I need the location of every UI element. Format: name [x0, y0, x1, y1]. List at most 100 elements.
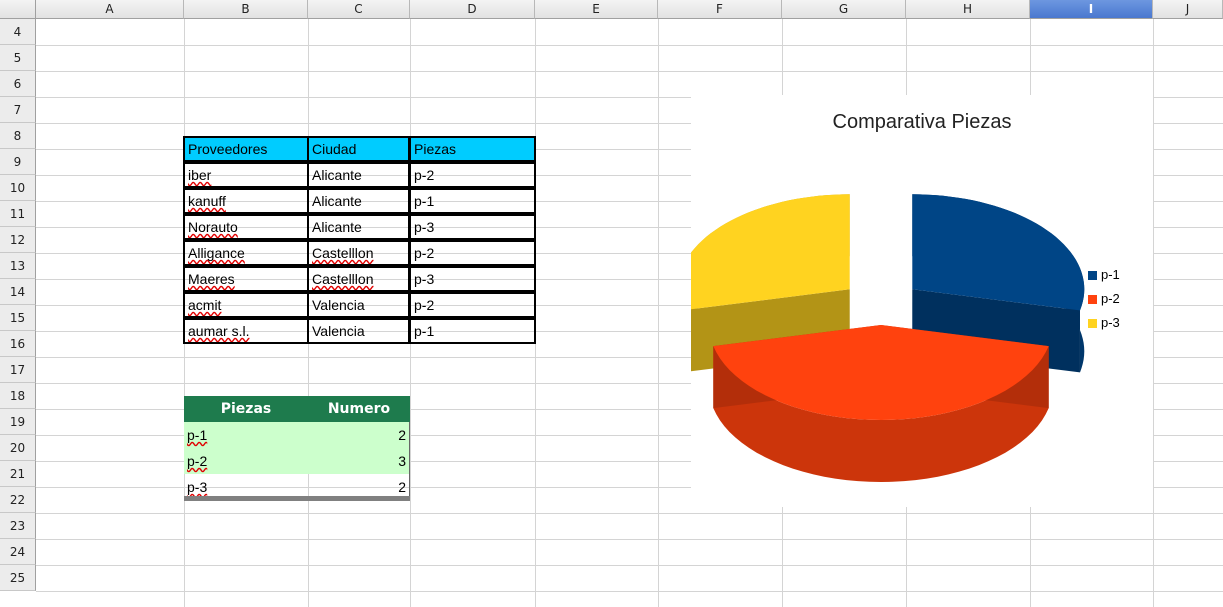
suppliers-cell-text: p-1 [414, 193, 435, 209]
suppliers-cell[interactable]: p-2 [409, 292, 536, 318]
suppliers-cell-text: Castelllon [312, 245, 374, 261]
column-header-i[interactable]: I [1030, 0, 1153, 19]
row-header-17[interactable]: 17 [0, 357, 36, 383]
suppliers-cell-text: p-3 [414, 271, 435, 287]
gridline [36, 513, 1223, 514]
suppliers-header-2[interactable]: Piezas [409, 136, 536, 162]
gridline [658, 19, 659, 607]
row-header-20[interactable]: 20 [0, 435, 36, 461]
row-header-9[interactable]: 9 [0, 149, 36, 175]
column-header-h[interactable]: H [906, 0, 1030, 19]
row-header-18[interactable]: 18 [0, 383, 36, 409]
suppliers-cell-text: p-2 [414, 245, 435, 261]
legend-swatch-icon [1088, 271, 1097, 281]
count-cell-pieza[interactable]: p-1 [184, 422, 308, 448]
count-cell-numero[interactable]: 2 [308, 422, 410, 448]
gridline [36, 539, 1223, 540]
pie-chart[interactable]: Comparativa Piezas p-1 p-2 p-3 [691, 95, 1153, 507]
gridline [36, 71, 1223, 72]
suppliers-cell[interactable]: kanuff [183, 188, 309, 214]
suppliers-cell[interactable]: Valencia [307, 318, 410, 344]
suppliers-cell-text: acmit [188, 297, 222, 313]
column-header-j[interactable]: J [1153, 0, 1223, 19]
suppliers-cell[interactable]: p-3 [409, 214, 536, 240]
column-header-f[interactable]: F [658, 0, 782, 19]
legend-item-p1: p-1 [1088, 267, 1120, 283]
suppliers-cell[interactable]: iber [183, 162, 309, 188]
suppliers-cell-text: aumar s.l. [188, 323, 250, 339]
table-bottom-bar [184, 496, 410, 501]
gridline [1153, 19, 1154, 607]
count-cell-pieza-text: p-1 [187, 427, 208, 443]
count-cell-numero-text: 2 [398, 427, 406, 443]
suppliers-cell[interactable]: Alicante [307, 162, 410, 188]
suppliers-cell-text: Norauto [188, 219, 238, 235]
suppliers-cell[interactable]: Alicante [307, 188, 410, 214]
suppliers-cell-text: Alligance [188, 245, 245, 261]
suppliers-header-0[interactable]: Proveedores [183, 136, 309, 162]
suppliers-cell[interactable]: p-3 [409, 266, 536, 292]
suppliers-cell-text: p-2 [414, 167, 435, 183]
legend-label: p-2 [1101, 291, 1120, 306]
count-header-piezas[interactable]: Piezas [184, 396, 308, 422]
row-header-19[interactable]: 19 [0, 409, 36, 435]
suppliers-header-1[interactable]: Ciudad [307, 136, 410, 162]
row-header-11[interactable]: 11 [0, 201, 36, 227]
row-header-10[interactable]: 10 [0, 175, 36, 201]
suppliers-cell-text: p-1 [414, 323, 435, 339]
suppliers-cell[interactable]: acmit [183, 292, 309, 318]
suppliers-cell-text: Valencia [312, 297, 365, 313]
select-all-corner[interactable] [0, 0, 36, 19]
suppliers-cell-text: p-3 [414, 219, 435, 235]
pie-slice-p-2[interactable] [713, 325, 1049, 482]
suppliers-cell[interactable]: Alicante [307, 214, 410, 240]
suppliers-cell[interactable]: p-2 [409, 162, 536, 188]
suppliers-cell[interactable]: Norauto [183, 214, 309, 240]
gridline [36, 45, 1223, 46]
count-cell-pieza[interactable]: p-2 [184, 448, 308, 474]
suppliers-cell[interactable]: Maeres [183, 266, 309, 292]
row-header-24[interactable]: 24 [0, 539, 36, 565]
row-header-7[interactable]: 7 [0, 97, 36, 123]
row-header-22[interactable]: 22 [0, 487, 36, 513]
column-header-e[interactable]: E [535, 0, 658, 19]
gridline [36, 565, 1223, 566]
row-header-8[interactable]: 8 [0, 123, 36, 149]
row-header-6[interactable]: 6 [0, 71, 36, 97]
suppliers-header-1-text: Ciudad [312, 141, 357, 157]
column-header-c[interactable]: C [308, 0, 410, 19]
row-header-5[interactable]: 5 [0, 45, 36, 71]
row-header-21[interactable]: 21 [0, 461, 36, 487]
suppliers-cell-text: kanuff [188, 193, 226, 209]
suppliers-cell[interactable]: aumar s.l. [183, 318, 309, 344]
column-header-a[interactable]: A [36, 0, 184, 19]
column-header-d[interactable]: D [410, 0, 535, 19]
suppliers-cell-text: Alicante [312, 167, 362, 183]
row-header-16[interactable]: 16 [0, 331, 36, 357]
count-header-numero[interactable]: Numero [308, 396, 410, 422]
row-header-15[interactable]: 15 [0, 305, 36, 331]
suppliers-cell[interactable]: p-2 [409, 240, 536, 266]
suppliers-cell[interactable]: Castelllon [307, 266, 410, 292]
row-header-13[interactable]: 13 [0, 253, 36, 279]
suppliers-cell[interactable]: Valencia [307, 292, 410, 318]
row-header-12[interactable]: 12 [0, 227, 36, 253]
column-header-b[interactable]: B [184, 0, 308, 19]
count-header-numero-text: Numero [327, 401, 391, 417]
row-header-4[interactable]: 4 [0, 19, 36, 45]
legend-swatch-icon [1088, 319, 1097, 329]
count-cell-numero[interactable]: 3 [308, 448, 410, 474]
suppliers-cell-text: Alicante [312, 193, 362, 209]
legend-label: p-1 [1101, 267, 1120, 282]
column-header-g[interactable]: G [782, 0, 906, 19]
suppliers-cell[interactable]: p-1 [409, 318, 536, 344]
row-header-23[interactable]: 23 [0, 513, 36, 539]
suppliers-cell-text: Castelllon [312, 271, 374, 287]
suppliers-cell[interactable]: Alligance [183, 240, 309, 266]
spreadsheet-grid[interactable]: ABCDEFGHIJ 4 5 6 7 8 9 10 11 12 13 14 15 16 17 18 19 20 2… [0, 0, 1223, 607]
row-header-14[interactable]: 14 [0, 279, 36, 305]
suppliers-cell[interactable]: p-1 [409, 188, 536, 214]
count-cell-numero-text: 2 [398, 479, 406, 495]
row-header-25[interactable]: 25 [0, 565, 36, 591]
suppliers-cell[interactable]: Castelllon [307, 240, 410, 266]
